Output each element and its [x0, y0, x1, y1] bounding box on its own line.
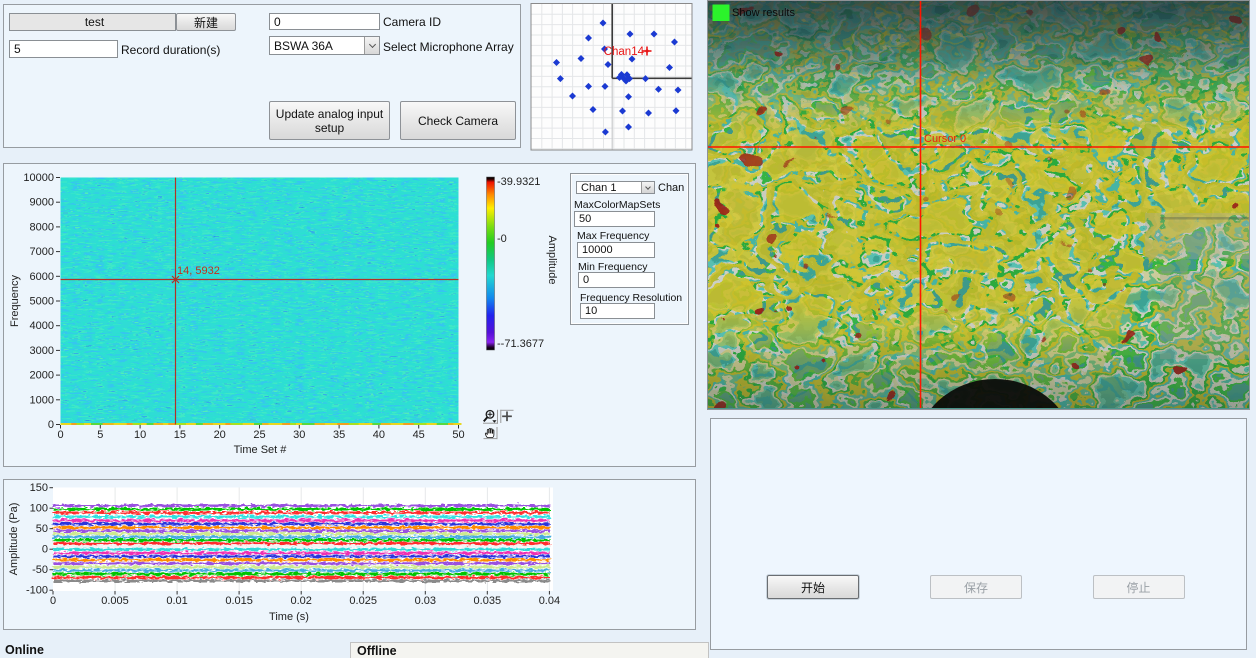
svg-text:0.01: 0.01 [166, 595, 187, 607]
svg-text:14, 5932: 14, 5932 [177, 265, 220, 277]
svg-text:50: 50 [36, 523, 48, 535]
svg-text:4000: 4000 [30, 320, 54, 332]
svg-text:0.015: 0.015 [225, 595, 253, 607]
svg-text:0: 0 [50, 595, 56, 607]
svg-text:0.02: 0.02 [290, 595, 311, 607]
svg-text:Show results: Show results [732, 7, 795, 19]
svg-text:5000: 5000 [30, 296, 54, 308]
svg-text:3000: 3000 [30, 345, 54, 357]
svg-text:2000: 2000 [30, 370, 54, 382]
svg-text:0.04: 0.04 [539, 595, 560, 607]
svg-text:-50: -50 [32, 564, 48, 576]
svg-text:--71.3677: --71.3677 [497, 338, 544, 350]
svg-text:-39.9321: -39.9321 [497, 176, 540, 188]
svg-text:9000: 9000 [30, 197, 54, 209]
svg-text:0.03: 0.03 [415, 595, 436, 607]
svg-text:0.005: 0.005 [101, 595, 129, 607]
svg-text:Frequency: Frequency [9, 275, 21, 327]
svg-text:8000: 8000 [30, 221, 54, 233]
svg-text:-0: -0 [497, 233, 507, 245]
svg-text:6000: 6000 [30, 271, 54, 283]
svg-text:10000: 10000 [23, 172, 54, 184]
svg-text:Cursor 0: Cursor 0 [924, 133, 966, 145]
svg-text:0: 0 [42, 544, 48, 556]
svg-text:Time (s): Time (s) [269, 611, 309, 623]
svg-text:1000: 1000 [30, 394, 54, 406]
svg-text:150: 150 [30, 482, 48, 494]
svg-text:7000: 7000 [30, 246, 54, 258]
svg-text:Amplitude (Pa): Amplitude (Pa) [8, 503, 20, 576]
svg-text:0.025: 0.025 [349, 595, 377, 607]
svg-text:0.035: 0.035 [474, 595, 502, 607]
svg-text:100: 100 [30, 503, 48, 515]
svg-text:Amplitude: Amplitude [546, 236, 558, 285]
svg-text:-100: -100 [26, 585, 48, 597]
